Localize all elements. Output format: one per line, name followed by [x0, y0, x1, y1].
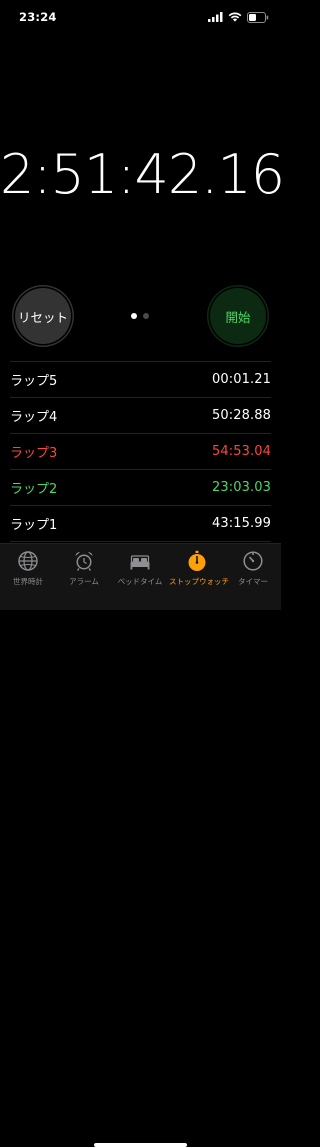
tab-label: アラーム — [69, 577, 99, 586]
stopwatch-time-display: 2:51:42.16 — [0, 143, 285, 206]
lap-label: ラップ2 — [10, 482, 58, 497]
page-dot-inactive — [143, 313, 149, 319]
tab-stopwatch[interactable]: ストップウォッチ — [169, 550, 229, 587]
page-indicator — [131, 313, 149, 319]
tab-timer[interactable]: タイマー — [225, 550, 281, 587]
page-dot-active — [131, 313, 137, 319]
battery-icon — [247, 11, 269, 23]
lap-time: 00:01.21 — [212, 372, 271, 387]
tab-label: ストップウォッチ — [169, 577, 229, 586]
status-bar: 23:24 — [0, 0, 281, 34]
lap-row-fastest: ラップ2 23:03.03 — [10, 470, 271, 506]
alarm-clock-icon — [75, 552, 93, 571]
tab-label: 世界時計 — [13, 577, 43, 586]
timer-icon — [243, 551, 263, 571]
lap-row: ラップ4 50:28.88 — [10, 398, 271, 434]
stopwatch-icon — [188, 550, 206, 571]
lap-list: ラップ5 00:01.21 ラップ4 50:28.88 ラップ3 54:53.0… — [10, 361, 271, 542]
lap-row: ラップ5 00:01.21 — [10, 362, 271, 398]
lap-time: 54:53.04 — [212, 444, 271, 459]
status-time: 23:24 — [19, 10, 57, 24]
tab-alarm[interactable]: アラーム — [56, 550, 112, 587]
lap-time: 50:28.88 — [212, 408, 271, 423]
lap-row: ラップ1 43:15.99 — [10, 506, 271, 542]
tab-world-clock[interactable]: 世界時計 — [0, 550, 56, 587]
lap-label: ラップ3 — [10, 446, 58, 461]
status-icons — [208, 11, 269, 23]
tab-bedtime[interactable]: ベッドタイム — [112, 550, 168, 587]
lap-label: ラップ4 — [10, 410, 58, 425]
lap-label: ラップ1 — [10, 518, 58, 533]
lap-row-slowest: ラップ3 54:53.04 — [10, 434, 271, 470]
cellular-signal-icon — [208, 12, 223, 22]
globe-icon — [18, 551, 38, 571]
tab-label: タイマー — [238, 577, 268, 586]
lap-label: ラップ5 — [10, 374, 58, 389]
reset-button[interactable]: リセット — [12, 285, 74, 347]
lap-time: 23:03.03 — [212, 480, 271, 495]
wifi-icon — [228, 12, 242, 22]
bed-icon — [130, 555, 150, 570]
reset-button-label: リセット — [15, 288, 71, 344]
start-button-label: 開始 — [210, 288, 266, 344]
start-button[interactable]: 開始 — [207, 285, 269, 347]
tab-label: ベッドタイム — [117, 577, 163, 586]
tab-bar: 世界時計 アラーム ベッドタイム ストップウォッチ タイマー — [0, 543, 281, 1147]
home-indicator[interactable] — [94, 1143, 187, 1147]
lap-time: 43:15.99 — [212, 516, 271, 531]
